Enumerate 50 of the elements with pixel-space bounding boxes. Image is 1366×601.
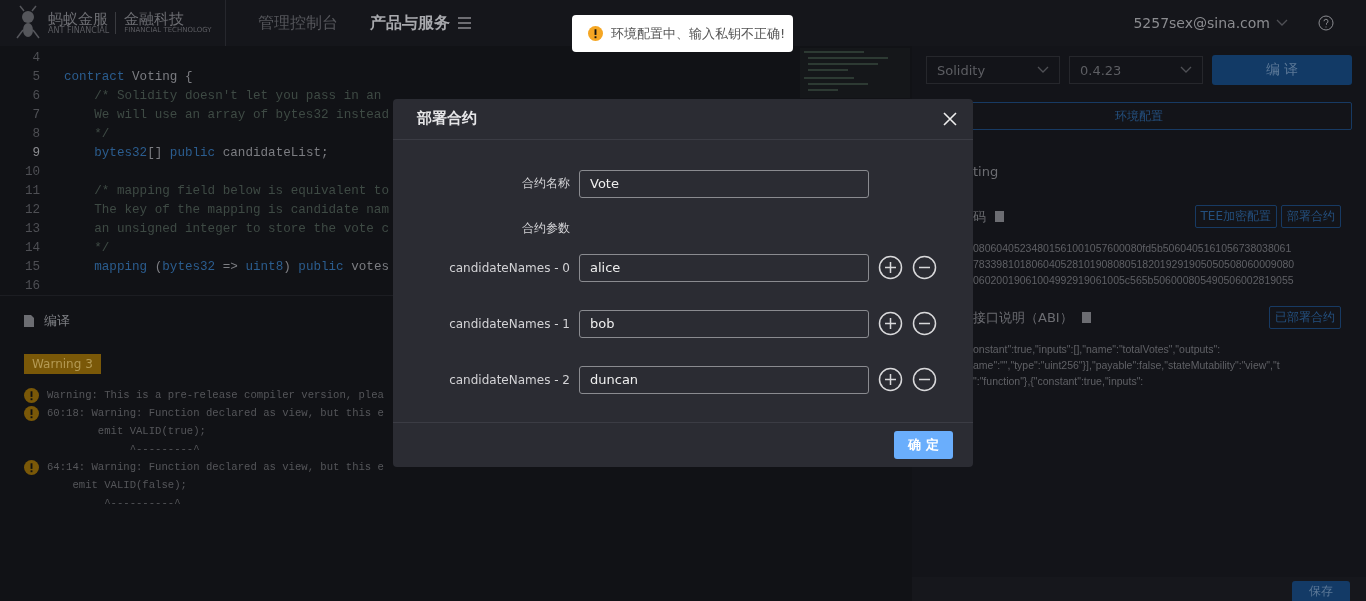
bytecode-line: 08060405234801561001057600080fd5b5060405161056738038061: [973, 241, 1293, 256]
logo-subtitle: ANT FINANCIAL: [48, 26, 110, 35]
line-number: 7: [31, 107, 40, 124]
warning-detail: emit VALID(false);: [71, 478, 188, 493]
warning-detail: ^----------^: [103, 496, 182, 511]
code-line: */: [93, 126, 110, 143]
warning-detail: ^---------^: [128, 442, 201, 457]
code-line: /* Solidity doesn't let you pass in an: [93, 88, 382, 105]
line-number: 16: [23, 278, 40, 295]
line-number: 9: [31, 145, 40, 162]
section-title: 接口说明（ABI）: [973, 308, 1073, 327]
warning-message: 60:18: Warning: Function declared as view, but this e: [47, 407, 384, 419]
line-number: 6: [31, 88, 40, 105]
abi-line: onstant":true,"inputs":[],"name":"totalVotes","outputs":: [973, 342, 1222, 357]
line-number: 15: [23, 259, 40, 276]
logo-text: 蚂蚁金服: [48, 11, 108, 27]
param-label: candidateNames - 1: [448, 316, 570, 331]
contract-name: ting: [973, 164, 999, 179]
bytecode-line: 06020019061004992919061005c565b506000805490506002819055: [973, 273, 1295, 288]
field-label: 合约名称: [521, 175, 570, 193]
warning-message: 64:14: Warning: Function declared as view, but this e: [47, 461, 384, 473]
line-number: 11: [23, 183, 40, 200]
toast-text: 环境配置中、输入私钥不正确!: [611, 24, 786, 43]
logo-text: 金融科技: [124, 12, 185, 27]
line-number: 12: [23, 202, 40, 219]
abi-line: ":"function"},{"constant":true,"inputs":: [973, 374, 1145, 389]
warning-count-tag: Warning 3: [24, 354, 101, 374]
code-line: The key of the mapping is candidate nam: [93, 202, 389, 219]
code-line: bytes32[] public candidateList;: [93, 145, 329, 162]
section-title: 编译: [44, 312, 70, 330]
code-line: contract Voting {: [64, 69, 193, 86]
line-number: 13: [23, 221, 40, 238]
line-number: 14: [23, 240, 40, 257]
line-number: 5: [31, 69, 40, 86]
code-line: We will use an array of bytes32 instead: [93, 107, 389, 124]
dialog-title: 部署合约: [417, 109, 477, 129]
bytecode-line: 7833981018060405281019080805182019291905050508060009080: [973, 257, 1296, 272]
warning-message: Warning: This is a pre-release compiler version, plea: [47, 389, 384, 401]
code-line: */: [93, 240, 110, 257]
param-label: candidateNames - 0: [448, 260, 570, 275]
code-line: mapping (bytes32 => uint8) public votes: [93, 259, 390, 276]
line-number: 8: [31, 126, 40, 143]
warning-detail: emit VALID(true);: [96, 424, 207, 439]
section-title: 码: [973, 207, 986, 226]
field-label: 合约参数: [521, 220, 570, 238]
line-number: 10: [23, 164, 40, 181]
code-line: /* mapping field below is equivalent to: [93, 183, 389, 200]
line-number: 4: [31, 50, 40, 67]
param-label: candidateNames - 2: [448, 372, 570, 387]
abi-line: ame":"","type":"uint256"}],"payable":false,"stateMutability":"view","t: [973, 358, 1281, 373]
